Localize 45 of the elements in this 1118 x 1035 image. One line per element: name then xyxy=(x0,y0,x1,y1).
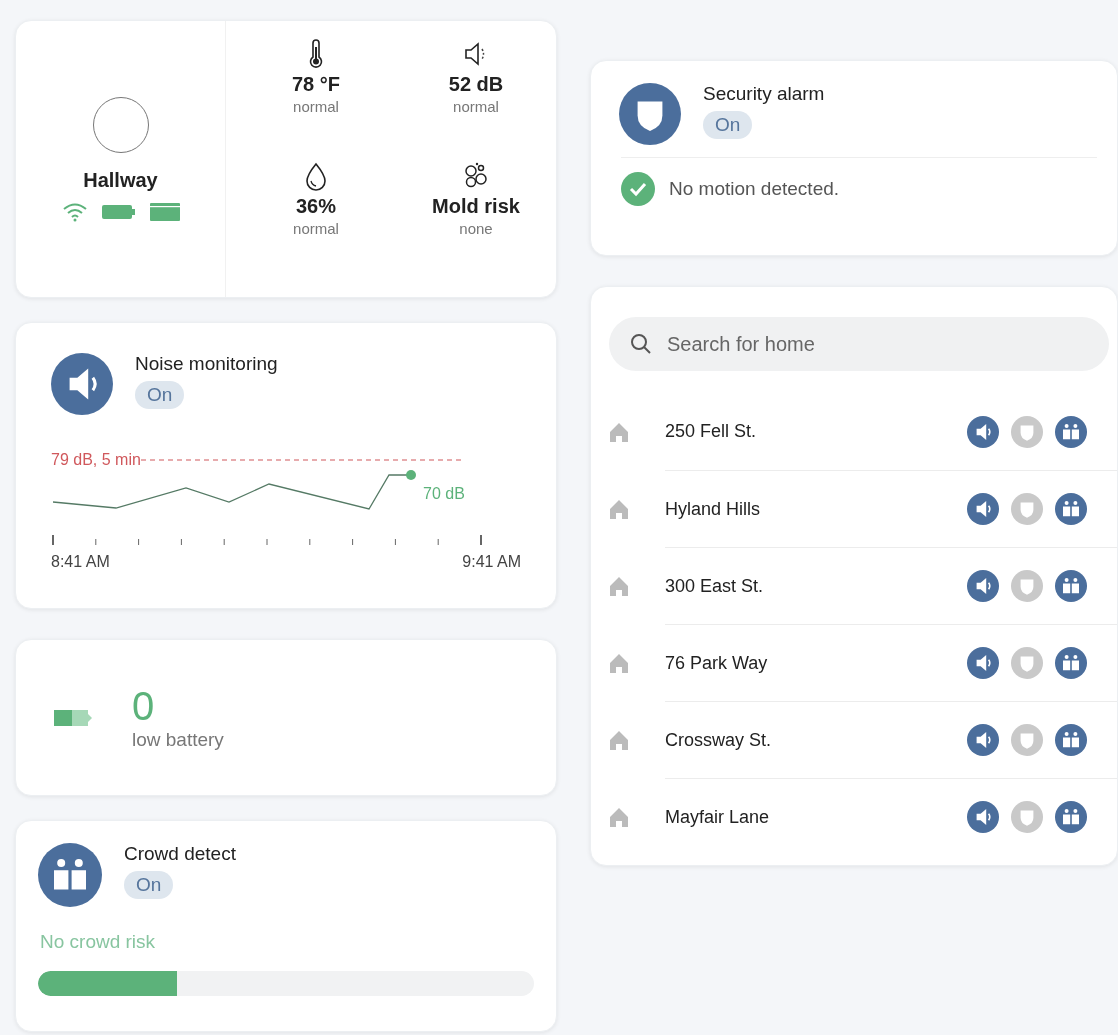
house-icon xyxy=(609,575,629,596)
security-message: No motion detected. xyxy=(669,178,840,200)
water-drop-icon xyxy=(304,161,328,191)
wifi-icon xyxy=(61,201,88,222)
house-icon xyxy=(609,421,629,442)
metric-value: 52 dB xyxy=(448,73,504,96)
house-icon xyxy=(609,652,629,673)
end-time: 9:41 AM xyxy=(462,553,521,571)
metric-value: Mold risk xyxy=(432,195,520,218)
room-name: Hallway xyxy=(83,168,158,192)
metric-value: 36% xyxy=(296,195,336,218)
battery-count: 0 xyxy=(132,684,156,729)
people-icon xyxy=(38,843,102,907)
home-name[interactable]: 250 Fell St. xyxy=(665,421,967,442)
house-icon xyxy=(609,498,629,519)
speaker-icon xyxy=(51,353,113,415)
metric-status: normal xyxy=(293,98,339,115)
card-title: Noise monitoring xyxy=(135,353,278,375)
battery-icon xyxy=(101,203,136,220)
home-name[interactable]: Crossway St. xyxy=(665,729,967,751)
check-icon xyxy=(621,172,655,206)
card-title: Crowd detect xyxy=(124,843,236,865)
battery-label: low battery xyxy=(132,729,224,751)
search-field[interactable]: Search for home xyxy=(609,317,1109,371)
house-icon xyxy=(609,806,629,827)
home-name[interactable]: Mayfair Lane xyxy=(665,806,967,828)
house-icon xyxy=(609,729,629,750)
low-battery-icon xyxy=(54,707,94,728)
status-pill: On xyxy=(135,381,185,409)
home-name[interactable]: 76 Park Way xyxy=(665,652,967,674)
status-pill: On xyxy=(124,871,174,899)
metric-status: normal xyxy=(453,98,499,115)
metric-status: normal xyxy=(293,220,339,237)
start-time: 8:41 AM xyxy=(51,553,110,571)
status-pill: On xyxy=(703,111,753,139)
crowd-message: No crowd risk xyxy=(40,931,157,953)
shield-icon xyxy=(619,83,681,145)
metric-status: none xyxy=(459,220,493,237)
metric-value: 78 °F xyxy=(292,73,340,96)
home-name[interactable]: Hyland Hills xyxy=(665,498,967,520)
card-title: Security alarm xyxy=(703,83,825,105)
threshold-label: 79 dB, 5 min xyxy=(51,451,141,469)
card-icon xyxy=(149,202,180,221)
current-level: 70 dB xyxy=(423,485,465,503)
home-name[interactable]: 300 East St. xyxy=(665,575,967,597)
